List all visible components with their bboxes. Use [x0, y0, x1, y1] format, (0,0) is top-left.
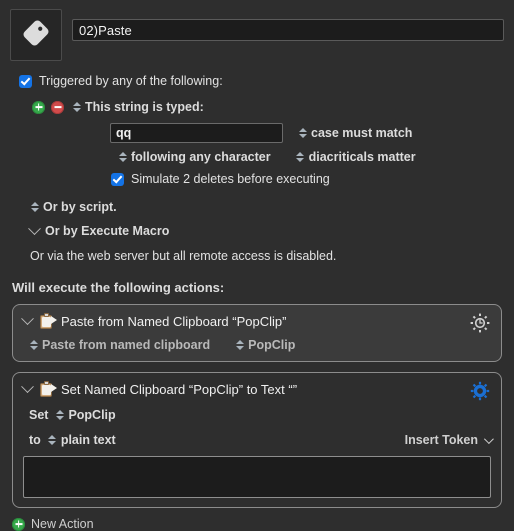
chevron-down-icon[interactable]	[21, 379, 34, 393]
clipboard-set-icon	[40, 381, 57, 397]
gear-icon[interactable]	[469, 312, 491, 339]
or-by-execute-macro-label: Or by Execute Macro	[45, 224, 170, 238]
or-by-script-stepper[interactable]	[30, 200, 39, 214]
macro-header: 02)Paste	[0, 0, 514, 61]
to-format-label: plain text	[60, 433, 116, 447]
clipboard-paste-icon	[40, 313, 57, 329]
to-format-row: to plain text Insert Token	[23, 433, 494, 447]
typed-string-row: qq case must match	[110, 123, 514, 143]
plus-circle-icon[interactable]	[32, 100, 45, 114]
chevron-down-icon[interactable]	[483, 433, 494, 444]
set-target-stepper[interactable]	[55, 408, 64, 422]
new-action-label: New Action	[31, 517, 94, 531]
action-header: Paste from Named Clipboard “PopClip”	[21, 311, 491, 333]
macro-editor-pane: 02)Paste Triggered by any of the followi…	[0, 0, 514, 531]
action-options-row: Paste from named clipboard PopClip	[23, 338, 491, 352]
or-by-execute-macro-row[interactable]: Or by Execute Macro	[28, 221, 514, 238]
to-label: to	[29, 433, 41, 447]
typed-string-input[interactable]: qq	[110, 123, 283, 143]
to-format-stepper[interactable]	[48, 433, 57, 447]
new-action-button[interactable]: New Action	[12, 517, 514, 531]
following-option-stepper[interactable]	[118, 150, 127, 164]
set-clipboard-row: Set PopClip	[23, 408, 491, 422]
web-server-note-row: Or via the web server but all remote acc…	[30, 249, 514, 263]
gear-icon[interactable]	[469, 380, 491, 407]
trigger-type-label: This string is typed:	[85, 100, 204, 114]
trigger-enabled-checkbox[interactable]	[19, 74, 32, 88]
web-server-note: Or via the web server but all remote acc…	[30, 249, 337, 263]
clipboard-name-label: PopClip	[248, 338, 296, 352]
diacriticals-option-stepper[interactable]	[296, 150, 305, 164]
match-options-row: following any character diacriticals mat…	[118, 150, 514, 164]
actions-heading-row: Will execute the following actions:	[12, 280, 514, 295]
trigger-enabled-row[interactable]: Triggered by any of the following:	[19, 74, 514, 88]
paste-action-label: Paste from named clipboard	[42, 338, 211, 352]
macro-name-input[interactable]: 02)Paste	[72, 19, 504, 41]
trigger-type-stepper[interactable]	[72, 100, 81, 114]
following-option-label: following any character	[131, 150, 271, 164]
chevron-down-icon[interactable]	[21, 311, 34, 325]
chevron-down-icon[interactable]	[28, 221, 41, 235]
set-label: Set	[29, 408, 49, 422]
case-option-stepper[interactable]	[298, 126, 307, 140]
typed-string-value: qq	[116, 126, 132, 140]
clipboard-text-input[interactable]	[23, 456, 491, 498]
or-by-script-row[interactable]: Or by script.	[30, 200, 514, 214]
actions-heading: Will execute the following actions:	[12, 280, 225, 295]
diacriticals-option-label: diacriticals matter	[308, 150, 416, 164]
macro-name-value: 02)Paste	[79, 22, 132, 38]
tag-icon	[19, 16, 53, 55]
action-title: Set Named Clipboard “PopClip” to Text “”	[61, 381, 298, 397]
action-header: Set Named Clipboard “PopClip” to Text “”	[21, 379, 491, 401]
trigger-type-row: This string is typed:	[32, 100, 514, 114]
minus-circle-icon[interactable]	[51, 100, 64, 114]
case-option-label: case must match	[311, 126, 413, 140]
insert-token-label[interactable]: Insert Token	[405, 433, 478, 447]
action-block-set-clipboard[interactable]: Set Named Clipboard “PopClip” to Text “”…	[12, 372, 502, 508]
clipboard-name-stepper[interactable]	[235, 338, 244, 352]
trigger-enabled-label: Triggered by any of the following:	[39, 74, 223, 88]
action-title: Paste from Named Clipboard “PopClip”	[61, 313, 287, 329]
paste-action-stepper[interactable]	[29, 338, 38, 352]
set-target-label: PopClip	[68, 408, 116, 422]
action-block-paste[interactable]: Paste from Named Clipboard “PopClip” Pas…	[12, 304, 502, 362]
simulate-deletes-row[interactable]: Simulate 2 deletes before executing	[111, 172, 514, 186]
plus-circle-icon[interactable]	[12, 517, 25, 531]
simulate-deletes-label: Simulate 2 deletes before executing	[131, 172, 330, 186]
macro-icon-well[interactable]	[10, 9, 62, 61]
simulate-deletes-checkbox[interactable]	[111, 172, 124, 186]
or-by-script-label: Or by script.	[43, 200, 117, 214]
